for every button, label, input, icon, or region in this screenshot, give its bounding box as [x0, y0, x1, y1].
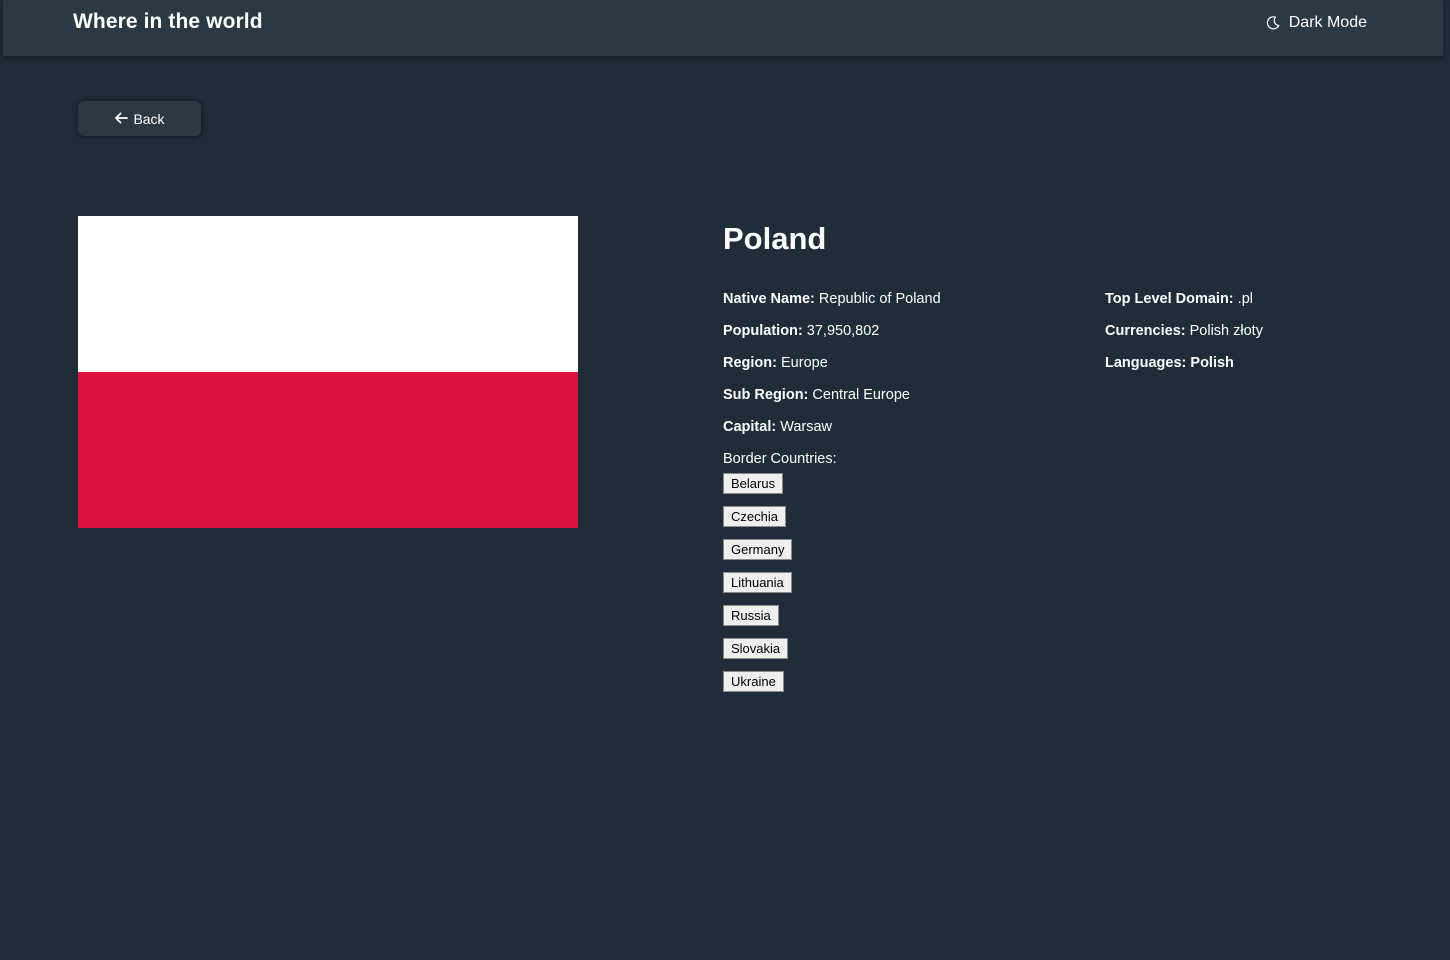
- country-flag: [78, 216, 578, 528]
- detail-key: Capital:: [723, 419, 777, 435]
- border-country-button[interactable]: Slovakia: [723, 638, 789, 659]
- detail-currencies: Currencies: Polish złoty: [1105, 321, 1263, 353]
- detail-key: Languages:: [1105, 355, 1187, 371]
- border-country-button[interactable]: Ukraine: [723, 671, 784, 692]
- border-country-button[interactable]: Belarus: [723, 473, 784, 494]
- details-right-column: Top Level Domain: .pl Currencies: Polish…: [1105, 289, 1263, 385]
- detail-capital: Capital: Warsaw: [723, 417, 941, 449]
- detail-value: Polish złoty: [1189, 323, 1263, 339]
- detail-languages: Languages: Polish: [1105, 353, 1263, 385]
- detail-key: Sub Region:: [723, 387, 809, 403]
- detail-region: Region: Europe: [723, 353, 941, 385]
- detail-key: Region:: [723, 355, 777, 371]
- dark-mode-label: Dark Mode: [1288, 14, 1367, 31]
- detail-key: Currencies:: [1105, 323, 1186, 339]
- border-country-button[interactable]: Germany: [723, 539, 793, 560]
- back-button-label: Back: [133, 110, 165, 127]
- back-button[interactable]: Back: [78, 101, 201, 136]
- border-country-button[interactable]: Russia: [723, 605, 779, 626]
- detail-key: Native Name:: [723, 291, 815, 307]
- detail-value: 37,950,802: [806, 323, 880, 339]
- detail-value: Central Europe: [812, 387, 910, 403]
- detail-sub-region: Sub Region: Central Europe: [723, 385, 941, 417]
- detail-key: Top Level Domain:: [1105, 291, 1234, 307]
- detail-key: Population:: [723, 323, 803, 339]
- detail-value: Republic of Poland: [818, 291, 941, 307]
- arrow-left-icon: [114, 111, 129, 127]
- details-left-column: Native Name: Republic of Poland Populati…: [723, 289, 941, 449]
- detail-native-name: Native Name: Republic of Poland: [723, 289, 941, 321]
- app-title: Where in the world: [73, 10, 263, 33]
- top-header: Where in the world Dark Mode: [3, 0, 1443, 56]
- moon-icon: [1265, 15, 1281, 31]
- border-country-button[interactable]: Czechia: [723, 506, 786, 527]
- detail-value: Warsaw: [780, 419, 833, 435]
- border-countries-list: Belarus Czechia Germany Lithuania Russia…: [723, 473, 923, 704]
- country-name: Poland: [723, 221, 827, 256]
- detail-value: Europe: [781, 355, 828, 371]
- detail-population: Population: 37,950,802: [723, 321, 941, 353]
- detail-value: Polish: [1190, 355, 1234, 371]
- dark-mode-toggle[interactable]: Dark Mode: [1265, 14, 1367, 32]
- detail-top-level-domain: Top Level Domain: .pl: [1105, 289, 1263, 321]
- flag-red-stripe: [78, 372, 578, 528]
- flag-white-stripe: [78, 216, 578, 372]
- detail-value: .pl: [1237, 291, 1253, 307]
- border-countries-label: Border Countries:: [723, 451, 837, 467]
- border-country-button[interactable]: Lithuania: [723, 572, 792, 593]
